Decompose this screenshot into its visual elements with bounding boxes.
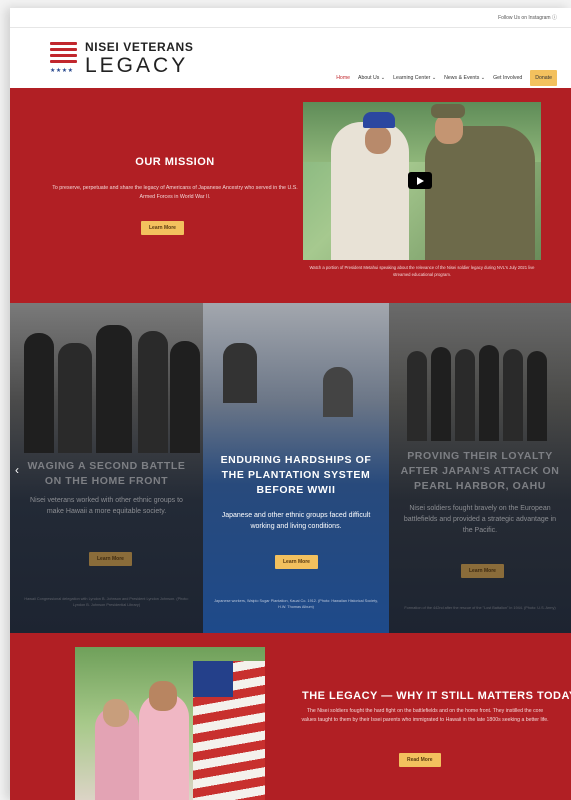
- mission-learn-more-button[interactable]: Learn More: [141, 221, 184, 235]
- panel-learn-more-button[interactable]: Learn More: [275, 555, 318, 569]
- nav-item-about-us[interactable]: About Us ⌄: [358, 75, 385, 81]
- instagram-follow-link[interactable]: Follow Us on Instagram ⓘ: [498, 14, 557, 21]
- play-icon[interactable]: [408, 172, 432, 189]
- panel-description: Nisei veterans worked with other ethnic …: [30, 497, 183, 515]
- main-nav: Home About Us ⌄ Learning Center ⌄ News &…: [336, 70, 557, 86]
- panel-plantation: ENDURING HARDSHIPS OF THE PLANTATION SYS…: [203, 303, 389, 633]
- mission-video[interactable]: [303, 102, 541, 260]
- panel-caption: Formation of the 442nd after the rescue …: [404, 606, 556, 610]
- panel-learn-more-button[interactable]: Learn More: [89, 552, 132, 566]
- logo-line-2: LEGACY: [85, 54, 189, 77]
- panel-title: ENDURING HARDSHIPS OF THE PLANTATION SYS…: [220, 454, 372, 496]
- children-flag-photo: [75, 647, 265, 800]
- flag-icon: ★★★★: [50, 42, 77, 74]
- nav-item-news-events[interactable]: News & Events ⌄: [444, 75, 485, 81]
- donate-button[interactable]: Donate: [530, 70, 557, 86]
- panel-learn-more-button[interactable]: Learn More: [461, 564, 504, 578]
- top-bar: Follow Us on Instagram ⓘ: [10, 8, 571, 28]
- panel-title: PROVING THEIR LOYALTY AFTER JAPAN'S ATTA…: [400, 450, 560, 492]
- legacy-title: THE LEGACY — WHY IT STILL MATTERS TODAY: [302, 690, 571, 702]
- site-logo[interactable]: ★★★★ NISEI VETERANS LEGACY: [50, 40, 200, 80]
- chevron-left-icon[interactable]: ‹: [15, 463, 19, 477]
- logo-line-1: NISEI VETERANS: [85, 40, 194, 54]
- mission-title: OUR MISSION: [135, 156, 215, 168]
- mission-section: OUR MISSION To preserve, perpetuate and …: [10, 88, 571, 303]
- legacy-read-more-button[interactable]: Read More: [399, 753, 441, 767]
- panel-home-front: ‹ WAGING A SECOND BATTLE ON THE HOME FRO…: [10, 303, 203, 633]
- page: Follow Us on Instagram ⓘ ★★★★ NISEI VETE…: [10, 8, 571, 800]
- site-header: ★★★★ NISEI VETERANS LEGACY Home About Us…: [10, 28, 571, 88]
- mission-description: To preserve, perpetuate and share the le…: [52, 185, 298, 200]
- panel-description: Japanese and other ethnic groups faced d…: [221, 512, 371, 530]
- legacy-section: THE LEGACY — WHY IT STILL MATTERS TODAY …: [10, 633, 571, 800]
- panel-pearl-harbor: PROVING THEIR LOYALTY AFTER JAPAN'S ATTA…: [389, 303, 571, 633]
- panel-description: Nisei soldiers fought bravely on the Eur…: [403, 505, 557, 534]
- soldier-figure: [425, 126, 535, 260]
- panel-caption: Japanese workers, Waipio Sugar Plantatio…: [214, 599, 378, 609]
- history-panels: ‹ WAGING A SECOND BATTLE ON THE HOME FRO…: [10, 303, 571, 633]
- nav-item-get-involved[interactable]: Get Involved: [493, 75, 522, 81]
- nav-item-home[interactable]: Home: [336, 75, 350, 81]
- panel-title: WAGING A SECOND BATTLE ON THE HOME FRONT: [27, 460, 186, 487]
- stars-icon: ★★★★: [50, 68, 74, 74]
- panel-caption: Hawaii Congressional delegation with Lyn…: [24, 597, 189, 607]
- video-caption: Watch a portion of President Metahui spe…: [309, 265, 535, 277]
- legacy-description: The Nisei soldiers fought the hard fight…: [301, 708, 549, 723]
- nav-item-learning-center[interactable]: Learning Center ⌄: [393, 75, 436, 81]
